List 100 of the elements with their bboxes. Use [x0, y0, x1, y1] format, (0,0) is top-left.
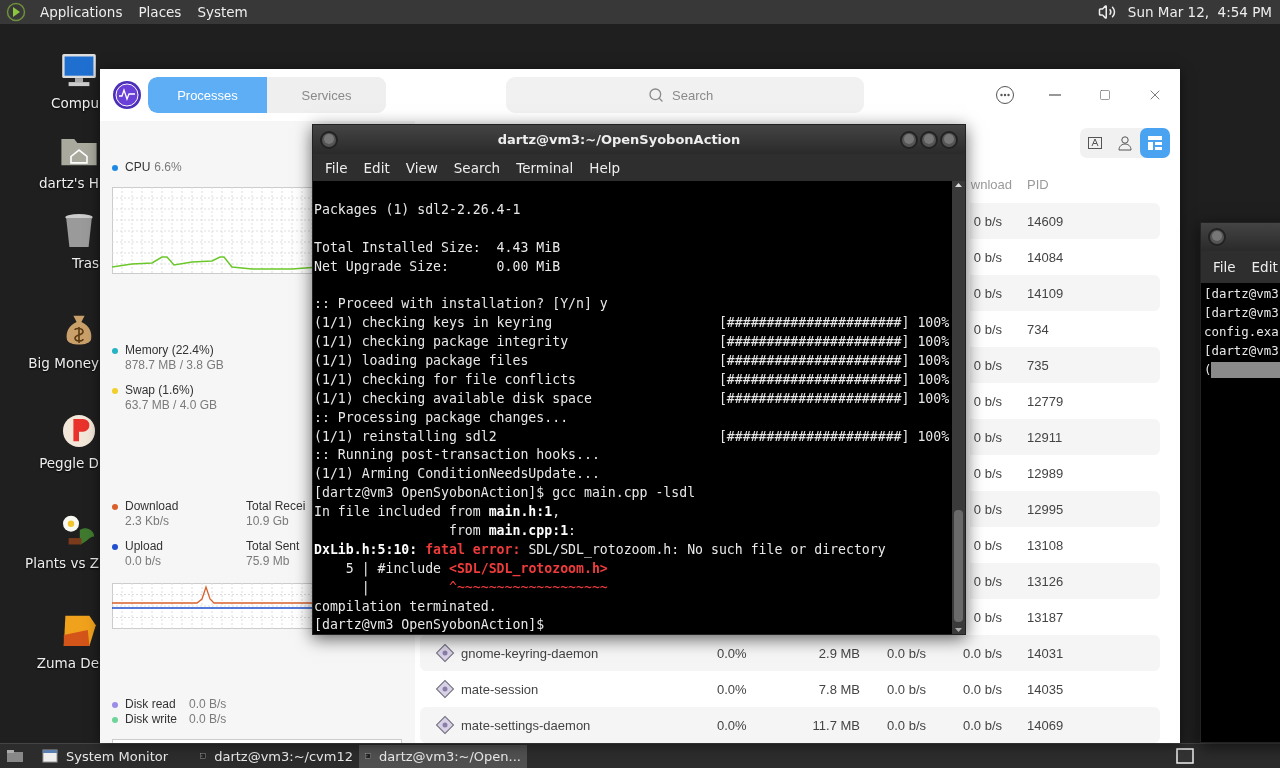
process-row[interactable]: 0 b/s 14609 [970, 203, 1160, 239]
terminal-line: [dartz@vm3 [1204, 285, 1280, 303]
table-cell-text: 0 b/s [973, 285, 1003, 301]
disk-value: 0.0 B/s [189, 712, 227, 727]
desktop-icon-label[interactable]: Big Money [28, 355, 100, 371]
total-label: Total Recei [246, 499, 306, 514]
table-cell: 2.9 MB [818, 645, 860, 661]
scrollbar-thumb[interactable] [954, 510, 963, 622]
table-cell-text: 0 b/s [973, 573, 1003, 589]
memory-value: 63.7 MB / 4.0 GB [125, 398, 218, 413]
search-bar[interactable]: Search [506, 77, 864, 113]
disk-value: 0.0 B/s [189, 697, 227, 712]
process-row[interactable]: 0 b/s 12911 [970, 419, 1160, 455]
table-cell-text: 14031 [1026, 645, 1064, 661]
total-label: Total Sent [246, 539, 300, 554]
memory-label: Swap (1.6%) [125, 383, 194, 398]
close-button[interactable] [939, 129, 959, 150]
process-row[interactable]: gnome-keyring-daemon 0.0% 2.9 MB 0.0 b/s 0.0 b/s 14031 [420, 635, 1160, 671]
table-cell-text: 13126 [1026, 573, 1064, 589]
panel-clock[interactable]: Sun Mar 12, 4:54 PM [1127, 4, 1274, 20]
scrollbar[interactable] [952, 181, 965, 634]
table-cell-text: 13108 [1026, 537, 1064, 553]
table-cell-text: 12989 [1026, 465, 1064, 481]
desktop-icon-label[interactable]: Compu [51, 95, 100, 111]
more-icon [995, 85, 1015, 105]
memory-label: Memory (22.4%) [125, 343, 214, 358]
desktop-icon [6, 749, 24, 763]
terminal-line: (1/1) checking for file conflicts [######################] 100% [314, 370, 951, 389]
table-cell-text: 0.0 b/s [886, 681, 927, 697]
menu-item[interactable]: View [397, 159, 446, 176]
network-value: 0.0 b/s [125, 554, 162, 569]
menu-item[interactable]: Edit [355, 159, 398, 176]
process-row[interactable]: 0 b/s 735 [970, 347, 1160, 383]
terminal-line: (1/1) checking available disk space [######################] 100% [314, 389, 951, 408]
total-value: 75.9 Mb [246, 554, 290, 569]
taskbar-item[interactable]: dartz@vm3:~/cvm12 [194, 744, 359, 768]
table-cell: 7.8 MB [818, 681, 860, 697]
terminal-line: config.exa [1204, 323, 1280, 341]
taskbar-item[interactable]: dartz@vm3:~/Open... [359, 744, 527, 768]
disk-label: Disk read [125, 697, 177, 712]
table-cell-text: 0 b/s [973, 213, 1003, 229]
terminal-line: [dartz@vm3 [1204, 304, 1280, 322]
process-name: mate-session [461, 681, 539, 697]
process-row[interactable]: 0 b/s 13126 [970, 563, 1160, 599]
terminal-line: [dartz@vm3 [1204, 342, 1280, 360]
terminal-line: In file included from main.h:1, [314, 503, 562, 522]
volume-icon[interactable] [1097, 3, 1116, 21]
menu-item[interactable]: File [1205, 259, 1244, 275]
desktop-icon-label[interactable]: Peggle D [39, 455, 100, 471]
panel-menu[interactable]: Places [136, 4, 184, 20]
terminal-line: from main.cpp:1: [447, 522, 578, 541]
terminal-line: DxLib.h:5:10: fatal error: SDL/SDL_rotozoom.h: No such file or directory [314, 540, 887, 560]
network-value: 2.3 Kb/s [125, 514, 170, 529]
cpu-label: CPU [125, 160, 151, 175]
table-cell-text: 0 b/s [973, 465, 1003, 481]
table-cell-text: 0 b/s [973, 357, 1003, 373]
menu-item[interactable]: Search [445, 159, 509, 176]
panel-menu[interactable]: Applications [38, 4, 125, 20]
menu-item[interactable]: File [317, 159, 356, 176]
window-icon [42, 749, 58, 763]
window-title: dartz@vm3:~/OpenSyobonAction [496, 132, 742, 147]
table-cell-text: 735 [1026, 357, 1049, 373]
menu-item[interactable]: Help [581, 159, 629, 176]
table-cell-text: 0 b/s [973, 321, 1003, 337]
maximize-button[interactable] [919, 129, 939, 150]
app-logo-icon [112, 80, 142, 110]
table-cell-text: 0.0 b/s [962, 717, 1003, 733]
table-cell-text: 12995 [1026, 501, 1064, 517]
menu-logo-icon[interactable] [6, 2, 26, 22]
terminal-line: (1/1) Arming ConditionNeedsUpdate... [314, 465, 601, 484]
terminal-line: ( [1204, 361, 1212, 379]
table-cell-text: 0 b/s [973, 393, 1003, 409]
search-input[interactable]: Search [670, 86, 722, 104]
desktop-icon-label[interactable]: Plants vs Z [25, 555, 100, 571]
workspace-icon[interactable] [1176, 748, 1194, 764]
table-cell-text: 0.0 b/s [886, 717, 927, 733]
desktop-icon-label[interactable]: Zuma De [36, 655, 100, 671]
menu-item[interactable]: Edit [1243, 259, 1280, 275]
desktop-icon-label[interactable]: dartz's H [39, 175, 100, 191]
disk-label: Disk write [125, 712, 178, 727]
minimize-button[interactable] [899, 129, 919, 150]
process-name: gnome-keyring-daemon [461, 645, 599, 661]
menu-item[interactable]: Terminal [508, 159, 582, 176]
table-cell-text: 0 b/s [973, 537, 1003, 553]
window-menu-button[interactable] [1207, 227, 1227, 247]
process-row[interactable]: mate-settings-daemon 0.0% 11.7 MB 0.0 b/s 0.0 b/s 14069 [420, 707, 1160, 743]
terminal-line: [dartz@vm3 OpenSyobonAction]$ gcc main.cpp -lsdl [314, 484, 697, 503]
desktop-icon-label[interactable]: Tras [71, 255, 100, 271]
table-cell-text: 0 b/s [973, 501, 1003, 517]
process-row[interactable]: 0 b/s 14109 [970, 275, 1160, 311]
cpu-value: 6.6% [154, 160, 182, 175]
window-menu-button[interactable] [319, 129, 339, 150]
taskbar-item[interactable]: System Monitor [36, 744, 194, 768]
process-row[interactable]: 0 b/s 12995 [970, 491, 1160, 527]
network-label: Download [125, 499, 179, 514]
maximize-icon [1099, 89, 1111, 101]
table-cell-text: 14109 [1026, 285, 1064, 301]
panel-menu[interactable]: System [195, 4, 250, 20]
user-icon [1117, 135, 1133, 151]
terminal-line: :: Running post-transaction hooks... [314, 446, 601, 465]
